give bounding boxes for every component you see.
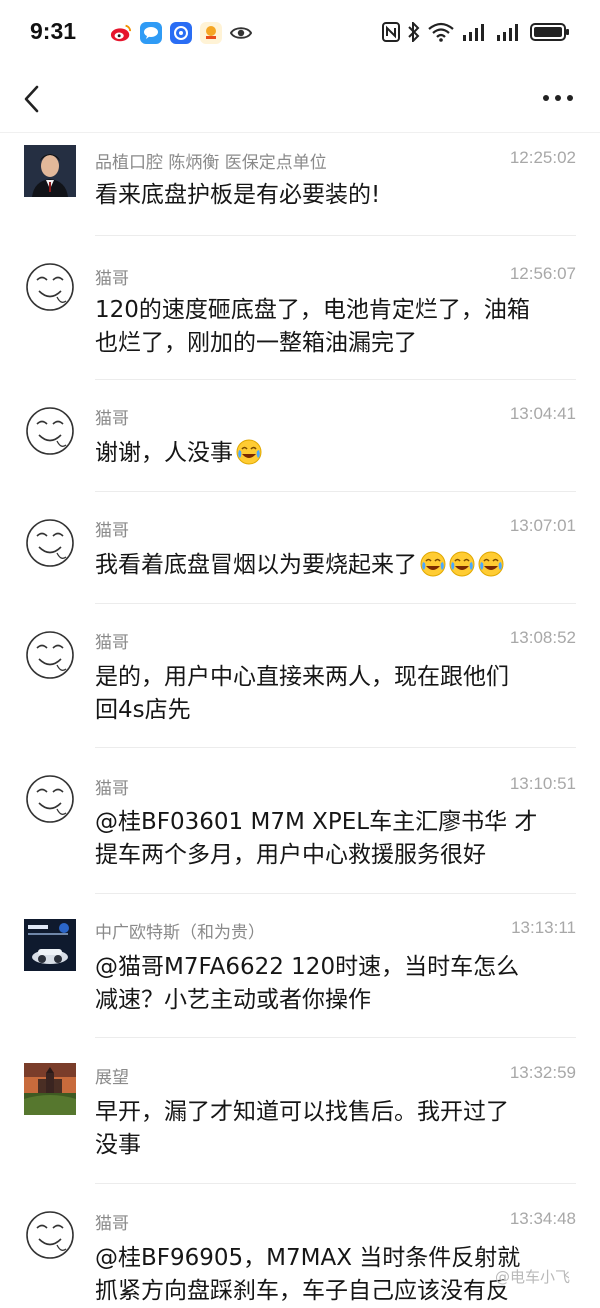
comment-time: 13:07:01	[509, 516, 576, 535]
comment-item[interactable]: 猫哥 12:56:07 120的速度砸底盘了，电池肯定烂了，油箱 也烂了，刚加的一…	[0, 237, 600, 381]
comment-text: @桂BF03601 M7M XPEL车主汇廖书华 才提车两个多月，用户中心救援服…	[95, 809, 538, 868]
comment-author[interactable]: 猫哥	[95, 1209, 129, 1234]
comment-text: 我看着底盘冒烟以为要烧起来了	[95, 549, 580, 582]
message-icon	[140, 22, 162, 44]
comment-divider	[95, 603, 576, 604]
nav-bar	[0, 68, 600, 130]
laugh-cry-emoji-icon	[236, 439, 262, 465]
laugh-cry-emoji-icon	[449, 551, 475, 577]
comment-item[interactable]: 中广欧特斯（和为贵） 13:13:11 @猫哥M7FA6622 120时速，当时…	[0, 895, 600, 1039]
comment-author[interactable]: 中广欧特斯（和为贵）	[95, 918, 265, 943]
comment-author[interactable]: 猫哥	[95, 774, 129, 799]
comment-divider	[95, 235, 576, 236]
more-icon[interactable]	[540, 88, 576, 108]
status-right-icons	[382, 22, 570, 42]
comment-author[interactable]: 猫哥	[95, 264, 129, 289]
comment-item[interactable]: 猫哥 13:08:52 是的，用户中心直接来两人，现在跟他们 回4s店先	[0, 605, 600, 749]
comment-divider	[95, 893, 576, 894]
smiley-sketch-icon	[26, 775, 74, 823]
comment-author[interactable]: 猫哥	[95, 404, 129, 429]
chevron-left-icon[interactable]	[16, 82, 50, 116]
watermark: @电车小飞	[494, 1268, 570, 1286]
comment-time: 13:13:11	[511, 918, 576, 937]
comment-divider	[95, 379, 576, 380]
smiley-sketch-icon	[26, 519, 74, 567]
comment-time: 13:32:59	[509, 1063, 576, 1082]
comment-item[interactable]: 猫哥 13:04:41 谢谢，人没事	[0, 381, 600, 493]
nfc-icon	[382, 22, 400, 42]
weibo-icon	[110, 22, 132, 44]
comment-author[interactable]: 展望	[95, 1063, 129, 1088]
browser-icon	[170, 22, 192, 44]
comment-author[interactable]: 品植口腔 陈炳衡 医保定点单位	[95, 148, 327, 173]
comment-item[interactable]: 猫哥 13:07:01 我看着底盘冒烟以为要烧起来了	[0, 493, 600, 605]
avatar[interactable]	[24, 517, 76, 569]
comment-time: 13:34:48	[509, 1209, 576, 1228]
comment-time: 13:04:41	[509, 404, 576, 423]
smiley-sketch-icon	[26, 263, 74, 311]
comment-text: 看来底盘护板是有必要装的!	[95, 182, 381, 208]
comment-text: @猫哥M7FA6622 120时速，当时车怎么 减速？小艺主动或者你操作	[95, 954, 520, 1013]
battery-icon	[530, 22, 570, 42]
comment-text: 谢谢，人没事	[95, 437, 580, 470]
smiley-sketch-icon	[26, 407, 74, 455]
avatar[interactable]	[24, 773, 76, 825]
comment-time: 13:08:52	[509, 628, 576, 647]
comment-divider	[95, 1183, 576, 1184]
avatar[interactable]	[24, 629, 76, 681]
comment-item[interactable]: 品植口腔 陈炳衡 医保定点单位 12:25:02 看来底盘护板是有必要装的!	[0, 133, 600, 237]
comment-time: 12:56:07	[509, 264, 576, 283]
status-app-icons	[110, 22, 252, 44]
laugh-cry-emoji-icon	[420, 551, 446, 577]
avatar[interactable]	[24, 261, 76, 313]
laugh-cry-emoji-icon	[478, 551, 504, 577]
comment-item[interactable]: 猫哥 13:10:51 @桂BF03601 M7M XPEL车主汇廖书华 才提车…	[0, 749, 600, 895]
smiley-sketch-icon	[26, 1211, 74, 1259]
avatar[interactable]	[24, 1063, 76, 1115]
comment-text: 是的，用户中心直接来两人，现在跟他们 回4s店先	[95, 664, 509, 723]
comment-time: 13:10:51	[509, 774, 576, 793]
smiley-sketch-icon	[26, 631, 74, 679]
app-icon	[200, 22, 222, 44]
comment-author[interactable]: 猫哥	[95, 628, 129, 653]
avatar[interactable]	[24, 1209, 76, 1261]
avatar[interactable]	[24, 145, 76, 197]
comment-divider	[95, 1037, 576, 1038]
wifi-icon	[428, 22, 454, 42]
bluetooth-icon	[408, 22, 420, 42]
comment-divider	[95, 491, 576, 492]
status-time: 9:31	[30, 18, 77, 44]
signal-icon	[496, 22, 522, 42]
comment-time: 12:25:02	[509, 148, 576, 167]
eye-icon	[230, 22, 252, 44]
avatar[interactable]	[24, 919, 76, 971]
comment-author[interactable]: 猫哥	[95, 516, 129, 541]
comment-divider	[95, 747, 576, 748]
comment-text: 早开，漏了才知道可以找售后。我开过了 没事	[95, 1099, 509, 1158]
status-bar: 9:31	[0, 0, 600, 68]
avatar[interactable]	[24, 405, 76, 457]
comment-text: 120的速度砸底盘了，电池肯定烂了，油箱 也烂了，刚加的一整箱油漏完了	[95, 297, 530, 356]
comment-item[interactable]: 展望 13:32:59 早开，漏了才知道可以找售后。我开过了 没事	[0, 1039, 600, 1185]
signal-icon	[462, 22, 488, 42]
